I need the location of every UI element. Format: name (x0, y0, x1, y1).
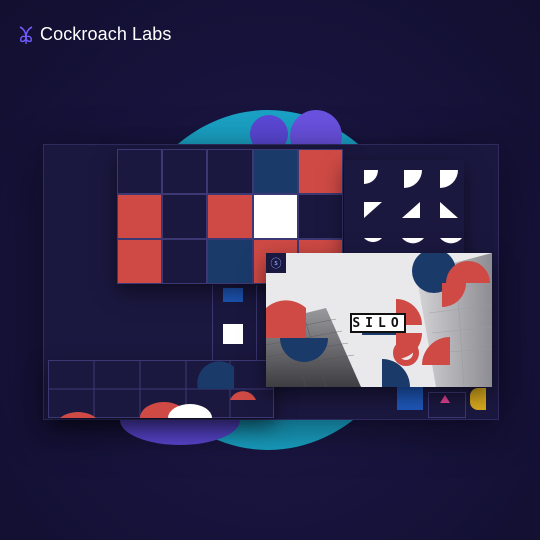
bottom-grid-card (48, 360, 274, 418)
tile (470, 388, 486, 410)
grid-cell (207, 149, 253, 194)
grid-cell (252, 194, 298, 239)
grid-cell (207, 194, 253, 239)
tile (223, 288, 243, 302)
grid-cell (297, 149, 343, 194)
brand-name: Cockroach Labs (40, 24, 172, 44)
grid-cell (162, 194, 208, 239)
grid-cell (297, 194, 343, 239)
illustration: ⓢ SILO (0, 0, 540, 540)
grid-cell (117, 194, 163, 239)
grid-cell (162, 149, 208, 194)
cockroach-labs-logo-icon (19, 25, 33, 44)
grid-cell (162, 239, 208, 284)
grid-cell (252, 149, 298, 194)
grid-cell (117, 149, 163, 194)
tile (223, 324, 243, 344)
grid-cell (117, 239, 163, 284)
pattern-card (344, 160, 464, 255)
brand-header: Cockroach Labs (18, 24, 171, 45)
triangle-shape (440, 395, 450, 403)
svg-text:ⓢ: ⓢ (271, 257, 282, 270)
grid-cell (207, 239, 253, 284)
tile (397, 386, 423, 410)
divider-line (256, 285, 257, 360)
silo-title: SILO (350, 313, 406, 333)
